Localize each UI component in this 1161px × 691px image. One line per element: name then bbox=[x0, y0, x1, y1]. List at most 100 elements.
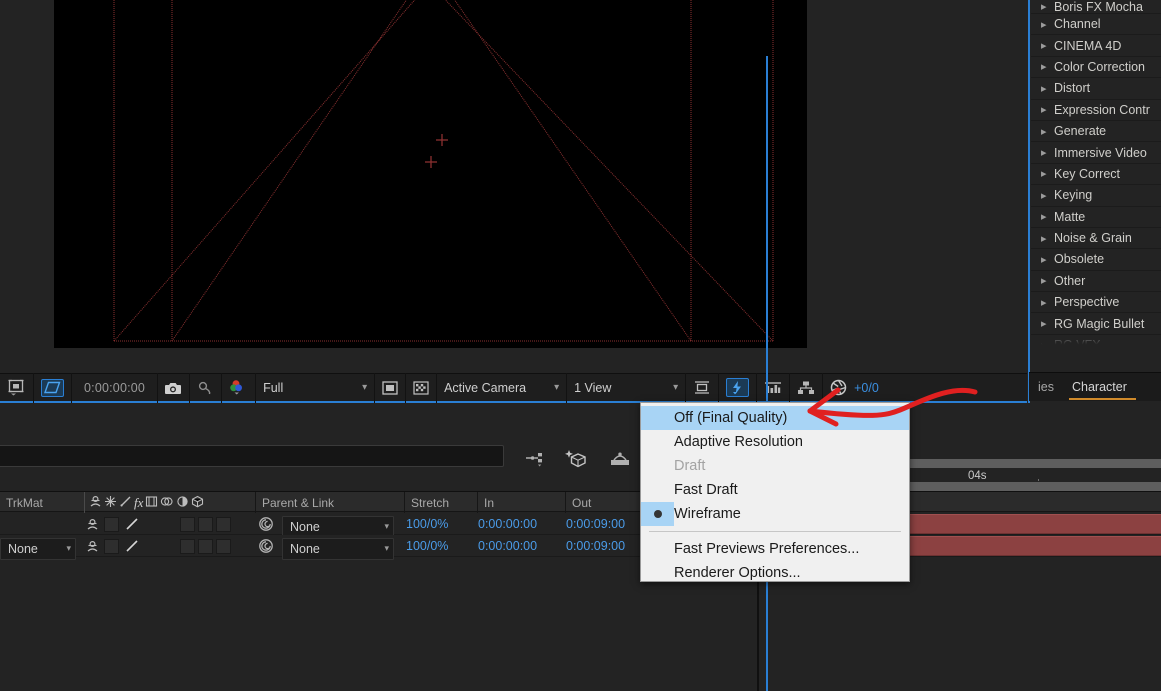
quality-icon[interactable] bbox=[119, 495, 132, 511]
menu-item-renderer-options[interactable]: Renderer Options... bbox=[641, 561, 909, 585]
column-header-stretch[interactable]: Stretch bbox=[404, 492, 449, 513]
switch-cell[interactable] bbox=[198, 516, 213, 532]
quality-icon[interactable] bbox=[123, 516, 140, 533]
timeline-search-input[interactable] bbox=[0, 445, 504, 467]
switch-cell[interactable] bbox=[180, 516, 195, 532]
timeline-column-headers: TrkMat fx Parent & Link Stretch In Out bbox=[0, 491, 1161, 513]
effects-panel-empty-area bbox=[1031, 345, 1161, 372]
shy-icon[interactable] bbox=[89, 495, 102, 511]
menu-item-label: Fast Previews Preferences... bbox=[674, 541, 860, 557]
show-channel-icon bbox=[229, 379, 248, 396]
parent-dropdown[interactable]: None ▾ bbox=[282, 537, 394, 560]
composition-canvas[interactable] bbox=[54, 0, 807, 348]
menu-item-fast-draft[interactable]: Fast Draft bbox=[641, 478, 909, 502]
fx-category-row[interactable]: ▸ Noise & Grain bbox=[1031, 228, 1161, 250]
frame-blending-icon[interactable] bbox=[145, 495, 158, 511]
toggle-mask-visibility-button[interactable] bbox=[406, 372, 438, 403]
region-of-interest-button[interactable] bbox=[34, 372, 72, 403]
fx-category-row[interactable]: ▸ CINEMA 4D bbox=[1031, 35, 1161, 57]
menu-item-label: Fast Draft bbox=[674, 482, 738, 498]
collapse-transformations-icon[interactable] bbox=[104, 495, 117, 511]
radio-indicator bbox=[641, 537, 674, 561]
view-layout-dropdown[interactable]: 1 View ▾ bbox=[567, 372, 687, 403]
chevron-down-icon: ▾ bbox=[673, 382, 679, 393]
show-snapshot-button[interactable] bbox=[190, 372, 223, 403]
tab-character[interactable]: Character bbox=[1063, 373, 1136, 402]
shy-icon[interactable] bbox=[84, 516, 101, 533]
switch-cell[interactable] bbox=[198, 538, 213, 554]
in-value[interactable]: 0:00:00:00 bbox=[478, 535, 537, 557]
view-camera-value: Active Camera bbox=[444, 380, 527, 395]
pickwhip-icon bbox=[259, 539, 273, 553]
fx-category-row[interactable]: ▸ Key Correct bbox=[1031, 164, 1161, 186]
switch-cell[interactable] bbox=[180, 538, 195, 554]
switch-cell[interactable] bbox=[216, 538, 231, 554]
fx-category-row[interactable]: ▸ Perspective bbox=[1031, 292, 1161, 314]
toggle-transparency-grid-button[interactable] bbox=[375, 372, 407, 403]
effects-and-presets-panel[interactable]: ▸ Boris FX Mocha ▸ Channel ▸ CINEMA 4D ▸… bbox=[1031, 0, 1161, 345]
menu-item-label: Wireframe bbox=[674, 506, 741, 522]
fx-category-row[interactable]: ▸ RG Magic Bullet bbox=[1031, 313, 1161, 335]
quality-icon[interactable] bbox=[123, 538, 140, 555]
fx-category-row[interactable]: ▸ Expression Contr bbox=[1031, 100, 1161, 121]
adjustment-layer-icon[interactable] bbox=[176, 495, 189, 511]
fx-category-label: Distort bbox=[1054, 81, 1091, 96]
motion-blur-icon[interactable] bbox=[160, 495, 174, 511]
graph-editor-button[interactable] bbox=[521, 447, 549, 473]
column-header-parent-link[interactable]: Parent & Link bbox=[255, 492, 334, 513]
parent-pickwhip-button[interactable] bbox=[258, 513, 274, 535]
reset-exposure-button[interactable]: +0/0 bbox=[823, 373, 886, 403]
fx-category-row[interactable]: ▸ Obsolete bbox=[1031, 249, 1161, 271]
switch-cell[interactable] bbox=[104, 516, 119, 532]
renderer-3d-button[interactable] bbox=[606, 447, 634, 473]
switch-cell[interactable] bbox=[104, 538, 119, 554]
column-header-trkmat[interactable]: TrkMat bbox=[0, 492, 43, 513]
draft-3d-button[interactable] bbox=[563, 447, 591, 473]
fx-category-row[interactable]: ▸ Generate bbox=[1031, 121, 1161, 143]
resolution-dropdown[interactable]: Full ▾ bbox=[256, 372, 376, 403]
row-switches[interactable] bbox=[84, 535, 231, 557]
stretch-value[interactable]: 100/0% bbox=[406, 513, 448, 535]
column-header-out[interactable]: Out bbox=[565, 492, 591, 513]
chevron-right-icon: ▸ bbox=[1041, 61, 1047, 74]
in-value[interactable]: 0:00:00:00 bbox=[478, 513, 537, 535]
menu-item-wireframe[interactable]: Wireframe bbox=[641, 502, 909, 526]
timeline-button[interactable] bbox=[757, 372, 791, 403]
always-preview-this-view-button[interactable] bbox=[0, 372, 34, 403]
fx-category-row[interactable]: ▸ Channel bbox=[1031, 14, 1161, 36]
current-timecode[interactable]: 0:00:00:00 bbox=[72, 372, 159, 403]
out-value[interactable]: 0:00:09:00 bbox=[566, 535, 625, 557]
fx-category-label: Obsolete bbox=[1054, 252, 1105, 267]
timeline-playhead[interactable] bbox=[766, 56, 768, 691]
fast-previews-menu[interactable]: Off (Final Quality) Adaptive Resolution … bbox=[640, 402, 910, 582]
fx-category-row[interactable]: ▸ Immersive Video bbox=[1031, 142, 1161, 164]
fx-category-row[interactable]: ▸ Color Correction bbox=[1031, 57, 1161, 79]
tab-properties[interactable]: ies bbox=[1029, 373, 1063, 402]
comp-flowchart-button[interactable] bbox=[790, 372, 824, 403]
show-channel-button[interactable] bbox=[222, 372, 257, 403]
fx-category-row[interactable]: ▸ RG VFX bbox=[1031, 335, 1161, 345]
fx-category-row[interactable]: ▸ Other bbox=[1031, 271, 1161, 293]
effects-fx-icon[interactable]: fx bbox=[134, 495, 143, 511]
menu-item-fast-previews-preferences[interactable]: Fast Previews Preferences... bbox=[641, 537, 909, 561]
row-switches[interactable] bbox=[84, 513, 231, 535]
fast-previews-button[interactable] bbox=[719, 372, 758, 403]
parent-pickwhip-button[interactable] bbox=[258, 535, 274, 557]
take-snapshot-button[interactable] bbox=[158, 372, 191, 403]
chevron-right-icon: ▸ bbox=[1041, 275, 1047, 288]
fx-category-row[interactable]: ▸ Keying bbox=[1031, 185, 1161, 207]
fx-category-row[interactable]: ▸ Distort bbox=[1031, 78, 1161, 100]
fx-category-row[interactable]: ▸ Boris FX Mocha bbox=[1031, 0, 1161, 14]
trkmat-dropdown[interactable]: None ▾ bbox=[0, 537, 76, 560]
3d-layer-icon[interactable] bbox=[191, 495, 204, 511]
column-header-in[interactable]: In bbox=[477, 492, 494, 513]
shy-icon[interactable] bbox=[84, 538, 101, 555]
stretch-value[interactable]: 100/0% bbox=[406, 535, 448, 557]
out-value[interactable]: 0:00:09:00 bbox=[566, 513, 625, 535]
menu-item-adaptive-resolution[interactable]: Adaptive Resolution bbox=[641, 430, 909, 454]
toggle-pixel-aspect-button[interactable] bbox=[686, 372, 720, 403]
switch-cell[interactable] bbox=[216, 516, 231, 532]
fx-category-row[interactable]: ▸ Matte bbox=[1031, 207, 1161, 228]
view-camera-dropdown[interactable]: Active Camera ▾ bbox=[437, 372, 568, 403]
menu-item-off-final-quality[interactable]: Off (Final Quality) bbox=[641, 406, 909, 430]
